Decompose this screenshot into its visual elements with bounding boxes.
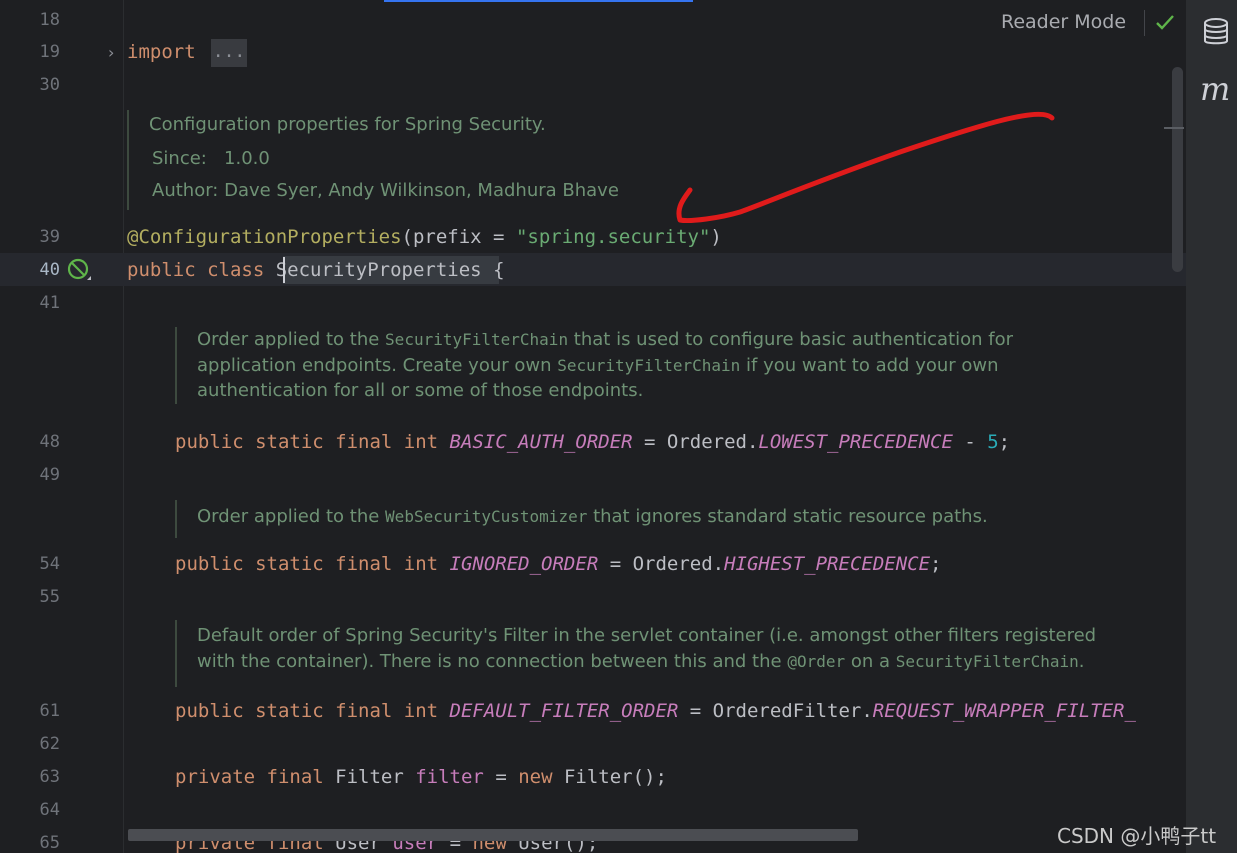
- import-keyword: import: [127, 41, 196, 63]
- toolbar-divider: [1144, 10, 1145, 36]
- line-number: 55: [39, 587, 60, 607]
- folded-imports[interactable]: ...: [211, 39, 247, 67]
- active-tab-indicator: [384, 0, 693, 2]
- annotation-line[interactable]: @ConfigurationProperties(prefix = "sprin…: [127, 226, 722, 248]
- inspection-ok-icon[interactable]: [1154, 12, 1176, 32]
- line-number: 49: [39, 465, 60, 485]
- doc-author: Author: Dave Syer, Andy Wilkinson, Madhu…: [152, 180, 619, 201]
- default-filter-order-field[interactable]: public static final int DEFAULT_FILTER_O…: [175, 700, 1136, 722]
- class-javadoc: Configuration properties for Spring Secu…: [127, 110, 619, 210]
- scrollbar-marker: [1164, 127, 1184, 129]
- line-number: 39: [39, 227, 60, 247]
- filter-field[interactable]: private final Filter filter = new Filter…: [175, 766, 667, 788]
- basic-auth-order-field[interactable]: public static final int BASIC_AUTH_ORDER…: [175, 431, 1010, 453]
- filter-order-javadoc: Default order of Spring Security's Filte…: [175, 620, 1096, 687]
- line-number: 63: [39, 767, 60, 787]
- csdn-watermark: CSDN @小鸭子tt: [1057, 824, 1217, 848]
- text-caret: [283, 257, 285, 283]
- line-number: 41: [39, 293, 60, 313]
- doc-summary: Configuration properties for Spring Secu…: [149, 114, 546, 135]
- line-number: 18: [39, 10, 60, 30]
- line-gutter: [0, 0, 124, 853]
- vertical-scrollbar[interactable]: [1172, 67, 1183, 272]
- line-number: 64: [39, 800, 60, 820]
- code-editor[interactable]: 18 19 30 39 40 41 48 49 54 55 61 62 63 6…: [0, 0, 1186, 853]
- line-number: 19: [39, 42, 60, 62]
- maven-icon[interactable]: m: [1200, 70, 1230, 108]
- line-number: 61: [39, 701, 60, 721]
- ignored-order-field[interactable]: public static final int IGNORED_ORDER = …: [175, 553, 941, 575]
- doc-since: Since: 1.0.0: [152, 147, 270, 169]
- horizontal-scrollbar[interactable]: [128, 829, 858, 841]
- line-number: 62: [39, 734, 60, 754]
- fold-expand-icon[interactable]: ›: [108, 43, 114, 62]
- right-tool-bar: [1186, 0, 1237, 853]
- reader-mode-button[interactable]: Reader Mode: [1001, 11, 1126, 33]
- database-icon[interactable]: [1202, 16, 1230, 48]
- ignored-order-javadoc: Order applied to the WebSecurityCustomiz…: [175, 500, 988, 538]
- line-number: 30: [39, 75, 60, 95]
- line-number: 65: [39, 833, 60, 853]
- line-number: 48: [39, 432, 60, 452]
- line-number: 54: [39, 554, 60, 574]
- basic-auth-javadoc: Order applied to the SecurityFilterChain…: [175, 327, 1175, 404]
- class-declaration[interactable]: public class SecurityProperties {: [127, 259, 505, 281]
- spring-bean-icon[interactable]: [66, 258, 92, 282]
- line-number: 40: [39, 260, 60, 280]
